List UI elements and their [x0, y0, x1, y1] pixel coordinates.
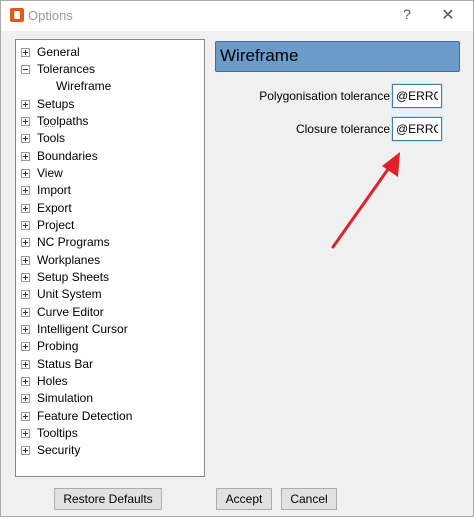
- tree-item-label: Toolpaths: [37, 114, 89, 128]
- tree-item-label: Boundaries: [37, 149, 98, 163]
- tree-item-label: Holes: [37, 374, 68, 388]
- tree-item-label: Tools: [37, 131, 66, 145]
- arrow-shaft: [331, 163, 393, 249]
- tree-item-label: Setup Sheets: [37, 270, 110, 284]
- tree-item-label: Tolerances: [37, 62, 96, 76]
- expand-plus-icon[interactable]: [21, 394, 30, 403]
- tree-item-label: Tooltips: [37, 426, 78, 440]
- tree-item-label: Feature Detection: [37, 409, 133, 423]
- expand-plus-icon[interactable]: [21, 273, 30, 282]
- tree-item-label: Project: [37, 218, 75, 232]
- closure-tolerance-label: Closure tolerance: [295, 122, 390, 136]
- expand-plus-icon[interactable]: [21, 100, 30, 109]
- tree-item-label: Probing: [37, 339, 79, 353]
- expand-plus-icon[interactable]: [21, 325, 30, 334]
- tree-item-label: Security: [37, 443, 81, 457]
- page-title: Wireframe: [220, 46, 299, 65]
- expand-plus-icon[interactable]: [21, 169, 30, 178]
- tree-item-label: Import: [37, 183, 72, 197]
- expand-plus-icon[interactable]: [21, 221, 30, 230]
- tree-item-label: Curve Editor: [37, 305, 104, 319]
- accept-button[interactable]: Accept: [216, 488, 272, 510]
- tree-item-label: General: [37, 45, 80, 59]
- arrow-head: [382, 152, 400, 177]
- tree-item-label: Setups: [37, 97, 75, 111]
- options-tree[interactable]: General Tolerances Wireframe Setups Tool…: [15, 39, 205, 477]
- expand-plus-icon[interactable]: [21, 446, 30, 455]
- closure-tolerance-input[interactable]: [392, 117, 442, 141]
- close-button[interactable]: ✕: [437, 5, 459, 25]
- collapse-minus-icon[interactable]: [21, 65, 30, 74]
- expand-plus-icon[interactable]: [21, 117, 30, 126]
- expand-plus-icon[interactable]: [21, 342, 30, 351]
- polygonisation-tolerance-input[interactable]: [392, 84, 442, 108]
- help-button[interactable]: ?: [399, 6, 415, 24]
- restore-defaults-button[interactable]: Restore Defaults: [54, 488, 162, 510]
- title-bar: Options ? ✕: [1, 1, 473, 31]
- expand-plus-icon[interactable]: [21, 412, 30, 421]
- expand-plus-icon[interactable]: [21, 238, 30, 247]
- expand-plus-icon[interactable]: [21, 429, 30, 438]
- expand-plus-icon[interactable]: [21, 48, 30, 57]
- tree-item-label: Wireframe: [56, 79, 112, 93]
- tree-item-label: Status Bar: [37, 357, 94, 371]
- expand-plus-icon[interactable]: [21, 256, 30, 265]
- tree-item-label: Unit System: [37, 287, 102, 301]
- options-dialog: Options ? ✕ General Tolerances Wireframe…: [0, 0, 474, 517]
- tree-item-label: NC Programs: [37, 235, 110, 249]
- tree-item-label: Simulation: [37, 391, 94, 405]
- window-title: Options: [28, 8, 73, 23]
- expand-plus-icon[interactable]: [21, 290, 30, 299]
- page-header: Wireframe: [215, 41, 460, 72]
- expand-plus-icon[interactable]: [21, 134, 30, 143]
- expand-plus-icon[interactable]: [21, 377, 30, 386]
- tree-item-label: View: [37, 166, 63, 180]
- cancel-button[interactable]: Cancel: [281, 488, 337, 510]
- app-logo-icon: [10, 8, 24, 22]
- expand-plus-icon[interactable]: [21, 204, 30, 213]
- expand-plus-icon[interactable]: [21, 308, 30, 317]
- expand-plus-icon[interactable]: [21, 186, 30, 195]
- tree-item-label: Workplanes: [37, 253, 101, 267]
- polygonisation-tolerance-label: Polygonisation tolerance: [259, 89, 390, 103]
- tree-item-label: Export: [37, 201, 72, 215]
- expand-plus-icon[interactable]: [21, 152, 30, 161]
- tree-item-label: Intelligent Cursor: [37, 322, 128, 336]
- expand-plus-icon[interactable]: [21, 360, 30, 369]
